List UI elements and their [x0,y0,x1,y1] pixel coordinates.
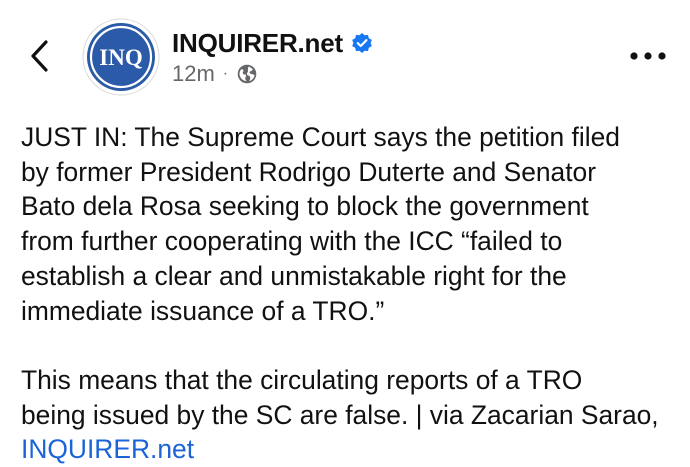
post-text-line: from further cooperating with the ICC “f… [21,226,563,257]
page-name[interactable]: INQUIRER.net [172,28,343,59]
post-meta: 12m · [172,60,258,88]
post-text-line: by former President Rodrigo Duterte and … [21,156,597,187]
more-options-button[interactable] [626,42,670,70]
avatar[interactable]: INQ [82,18,160,96]
globe-icon [236,63,258,85]
post-body: JUST IN: The Supreme Court says the peti… [21,120,681,467]
post-header: INQ INQUIRER.net 12m · [0,0,690,110]
post-timestamp[interactable]: 12m [172,61,215,87]
meta-separator: · [222,65,229,82]
avatar-text: INQ [99,45,142,70]
inquirer-link[interactable]: INQUIRER.net [21,432,681,467]
post-text-line: This means that the circulating reports … [21,364,583,395]
more-horizontal-icon [630,52,666,60]
page-name-row: INQUIRER.net [172,26,373,60]
post-text-line: establish a clear and unmistakable right… [21,260,567,291]
post-paragraph-1: JUST IN: The Supreme Court says the peti… [21,120,681,328]
verified-badge-icon [351,32,373,54]
post-text-line: being issued by the SC are false. | via … [21,399,659,430]
post-text-line: immediate issuance of a TRO.” [21,295,385,326]
chevron-left-icon [31,40,48,72]
post-text-line: JUST IN: The Supreme Court says the peti… [21,122,620,152]
post-paragraph-2: This means that the circulating reports … [21,363,681,467]
post-text-line: Bato dela Rosa seeking to block the gove… [21,191,589,222]
back-button[interactable] [22,34,58,78]
